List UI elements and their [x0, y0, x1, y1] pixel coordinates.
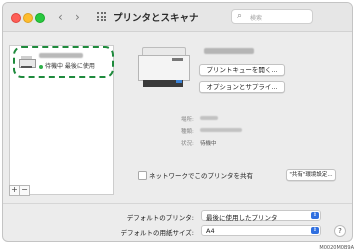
forward-button[interactable]: ›	[75, 10, 80, 24]
open-print-queue-button[interactable]: プリントキューを開く...	[199, 64, 285, 76]
remove-printer-button[interactable]: −	[19, 185, 30, 196]
status-value: 待機中	[200, 141, 217, 147]
default-paper-popup[interactable]: A4 ⇕	[201, 225, 321, 236]
kind-value-redacted	[200, 128, 242, 132]
printer-list: 待機中 最後に使用	[9, 45, 114, 195]
help-button[interactable]: ?	[334, 225, 346, 237]
location-value-redacted	[200, 116, 218, 120]
share-checkbox-label: ネットワークでこのプリンタを共有	[149, 172, 253, 180]
sharing-preferences-button[interactable]: "共有"環境設定...	[286, 169, 336, 181]
popup-chevron-icon: ⇕	[311, 227, 319, 234]
default-printer-popup[interactable]: 最後に使用したプリンタ ⇕	[201, 210, 321, 222]
search-field[interactable]: ⌕ 検索	[231, 9, 313, 24]
default-printer-label: デフォルトのプリンタ:	[126, 214, 194, 222]
zoom-window-button[interactable]	[35, 13, 45, 23]
default-paper-label: デフォルトの用紙サイズ:	[120, 229, 195, 237]
printer-icon	[19, 56, 36, 68]
divider	[3, 203, 352, 204]
printer-list-item[interactable]: 待機中 最後に使用	[13, 46, 114, 78]
title-bar: ‹ › プリンタとスキャナ ⌕ 検索	[3, 3, 352, 32]
close-window-button[interactable]	[11, 13, 21, 23]
back-button[interactable]: ‹	[58, 10, 63, 24]
show-all-grid-icon[interactable]	[97, 12, 106, 21]
figure-id: M0020M0B9A	[319, 245, 354, 251]
printer-name-redacted	[39, 53, 83, 58]
share-checkbox[interactable]	[138, 171, 147, 180]
location-label: 場所:	[181, 117, 194, 123]
status-dot-icon	[39, 64, 43, 69]
search-icon: ⌕	[237, 11, 243, 21]
printers-window: ‹ › プリンタとスキャナ ⌕ 検索 待機中 最後に使用 + − プリントキュー…	[2, 2, 353, 242]
status-label: 状況:	[181, 141, 194, 147]
default-printer-value: 最後に使用したプリンタ	[206, 214, 278, 222]
options-supplies-button[interactable]: オプションとサプライ...	[199, 81, 285, 93]
default-paper-value: A4	[206, 227, 215, 235]
window-title: プリンタとスキャナ	[113, 13, 199, 24]
printer-title-redacted	[204, 48, 254, 54]
kind-label: 種類:	[181, 129, 194, 135]
printer-status: 待機中 最後に使用	[39, 61, 95, 70]
printer-status-text: 待機中 最後に使用	[45, 63, 95, 70]
printer-image-icon	[138, 47, 190, 90]
popup-chevron-icon: ⇕	[311, 212, 319, 219]
search-placeholder: 検索	[250, 15, 263, 22]
minimize-window-button[interactable]	[23, 13, 33, 23]
